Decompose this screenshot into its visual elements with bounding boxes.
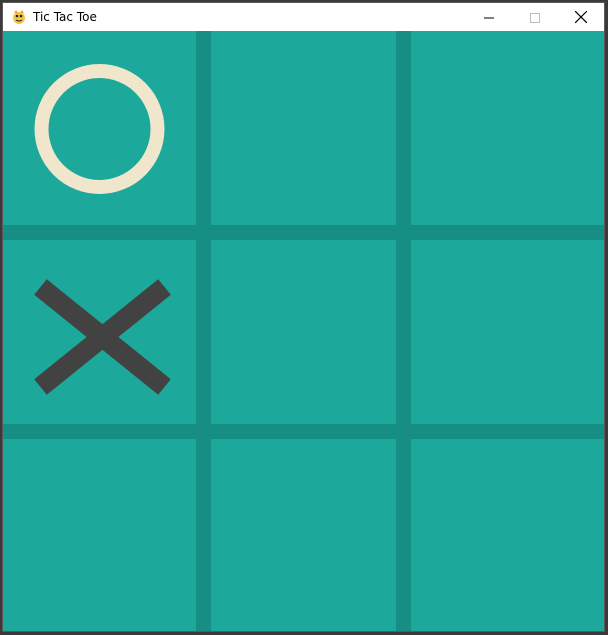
board-cell-r1-c3[interactable] <box>411 31 604 225</box>
close-button[interactable] <box>558 3 604 31</box>
board-cell-r2-c2[interactable] <box>211 240 396 424</box>
board-cell-r3-c3[interactable] <box>411 439 604 631</box>
maximize-icon <box>530 8 540 27</box>
minimize-button[interactable] <box>466 3 512 31</box>
window-controls <box>466 3 604 31</box>
o-mark <box>34 64 165 194</box>
window-title: Tic Tac Toe <box>33 10 97 24</box>
board-cell-r1-c1[interactable] <box>3 31 196 225</box>
maximize-button[interactable] <box>512 3 558 31</box>
game-board <box>3 31 604 631</box>
game-window: Tic Tac Toe <box>2 2 605 632</box>
grid-line-horizontal-2 <box>3 424 604 439</box>
o-mark-ring <box>34 64 165 194</box>
minimize-icon <box>484 8 494 27</box>
board-cell-r3-c2[interactable] <box>211 439 396 631</box>
grid-line-horizontal-1 <box>3 225 604 240</box>
grid-line-vertical-1 <box>196 31 211 631</box>
title-bar[interactable]: Tic Tac Toe <box>3 3 604 31</box>
board-cell-r3-c1[interactable] <box>3 439 196 631</box>
board-cell-r2-c3[interactable] <box>411 240 604 424</box>
close-icon <box>574 8 588 27</box>
x-mark <box>34 279 171 395</box>
pygame-snake-icon <box>11 9 27 25</box>
board-cell-r1-c2[interactable] <box>211 31 396 225</box>
board-cell-r2-c1[interactable] <box>3 240 196 424</box>
grid-line-vertical-2 <box>396 31 411 631</box>
